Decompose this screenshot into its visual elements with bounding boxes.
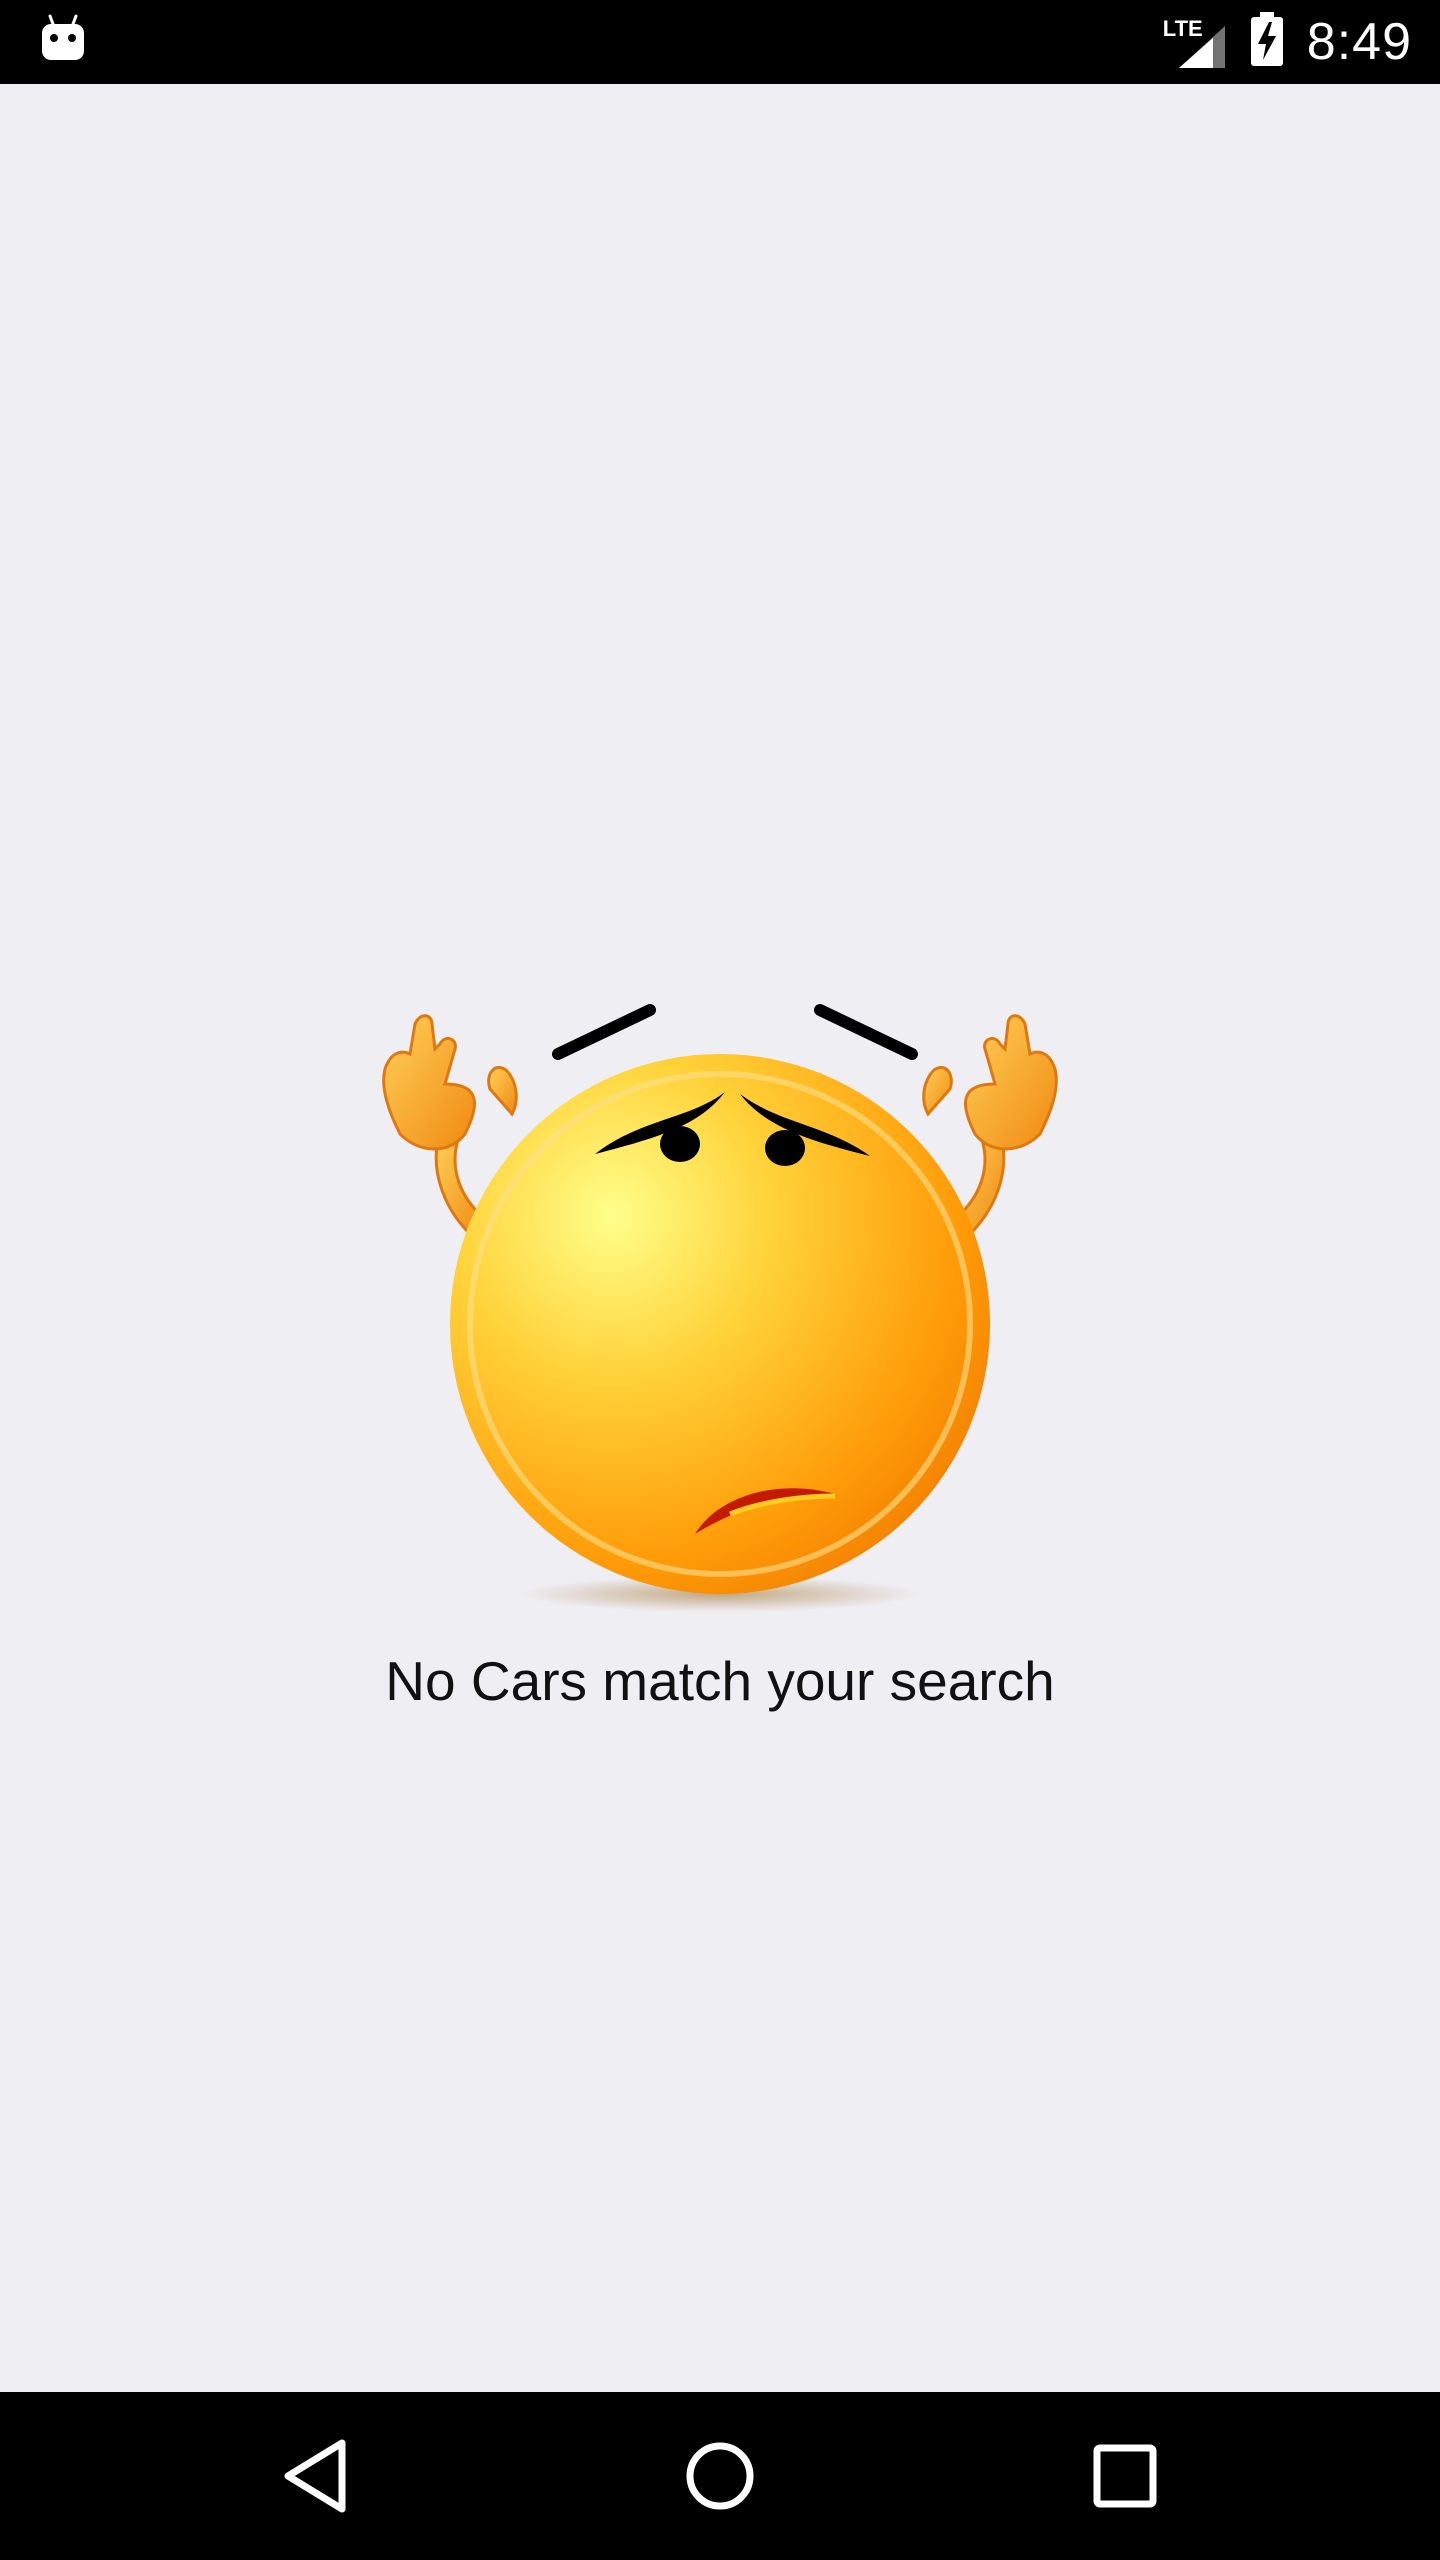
battery-charging-icon (1249, 11, 1285, 73)
empty-state: No Cars match your search (0, 84, 1440, 2392)
back-button[interactable] (215, 2392, 415, 2560)
empty-state-message: No Cars match your search (385, 1650, 1055, 1712)
recents-icon (1093, 2444, 1157, 2508)
android-debug-icon (38, 12, 88, 72)
lte-signal-icon: LTE (1163, 12, 1227, 72)
screen: LTE 8:49 No Cars match your search (0, 0, 1440, 2560)
recents-button[interactable] (1025, 2392, 1225, 2560)
status-bar: LTE 8:49 (0, 0, 1440, 84)
status-time: 8:49 (1306, 13, 1412, 71)
home-icon (686, 2442, 754, 2510)
back-icon (284, 2439, 346, 2513)
status-icons: LTE 8:49 (1163, 0, 1412, 84)
navigation-bar (0, 2392, 1440, 2560)
home-button[interactable] (620, 2392, 820, 2560)
shrugging-sad-emoji-icon (280, 904, 1160, 1624)
